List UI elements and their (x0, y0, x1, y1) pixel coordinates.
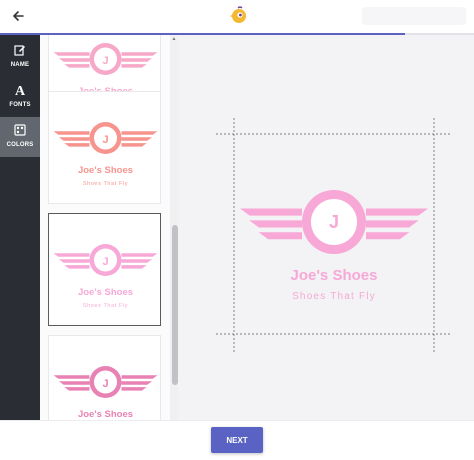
wing-stripe-left (58, 259, 90, 263)
wing-stripe-left (64, 64, 90, 68)
wing-stripe-left (64, 387, 90, 391)
logo-initial: J (329, 212, 339, 232)
top-bar (0, 0, 474, 35)
wing-stripe-right (121, 52, 158, 56)
edit-icon (0, 43, 40, 61)
tool-rail: NAME A FONTS COLORS (0, 35, 40, 420)
wing-stripe-right (121, 381, 153, 385)
wing-stripe-left (58, 137, 90, 141)
logo-title: Joe's Shoes (78, 165, 133, 176)
logo-tagline: Shoes That Fly (292, 291, 376, 302)
wing-stripe-left (53, 375, 90, 379)
wing-stripe-left (53, 52, 90, 56)
logo-initial: J (102, 256, 108, 268)
app-logo-icon (230, 6, 246, 23)
wing-stripe-left (53, 253, 90, 257)
logo-variant-card[interactable]: J Joe's Shoes Shoes That Fly (48, 91, 161, 204)
wing-stripe-left (240, 208, 302, 216)
wing-stripe-left (64, 265, 90, 269)
logo-thumbnail: JJoe's ShoesShoes That Fly (53, 366, 158, 420)
rail-item-label: COLORS (6, 142, 34, 148)
rail-item-name[interactable]: NAME (0, 37, 40, 77)
wing-stripe-left (249, 220, 302, 228)
wing-stripe-right (366, 220, 419, 228)
logo-preview: J Joe's Shoes Shoes That Fly (216, 118, 452, 354)
app-logo (226, 5, 248, 27)
wing-stripe-right (366, 232, 410, 240)
font-icon: A (14, 84, 26, 99)
wing-stripe-right (121, 387, 147, 391)
wing-stripe-right (121, 137, 153, 141)
logo-initial: J (102, 378, 108, 390)
palette-icon (0, 123, 40, 141)
back-button[interactable] (10, 8, 26, 24)
wing-stripe-left (64, 143, 90, 147)
next-button[interactable]: NEXT (211, 427, 263, 453)
rail-item-colors[interactable]: COLORS (0, 117, 40, 157)
rail-item-label: NAME (10, 62, 30, 68)
logo-variant-card[interactable]: JJoe's ShoesShoes That Fly (48, 335, 161, 420)
wing-stripe-right (121, 375, 158, 379)
logo-title: Joe's Shoes (78, 287, 133, 298)
wing-stripe-right (121, 259, 153, 263)
wing-stripe-right (366, 208, 428, 216)
logo-variant-gallery: J Joe's Shoes Shoes That Fly J Joe's Shoes S… (40, 35, 170, 420)
logo-variant-card-selected[interactable]: J Joe's Shoes Shoes That Fly (48, 213, 161, 326)
logo-title: Joe's Shoes (78, 409, 133, 420)
wing-stripe-right (121, 265, 147, 269)
wing-stripe-left (53, 131, 90, 135)
logo-thumbnail: J Joe's Shoes Shoes That Fly (53, 244, 158, 309)
logo-thumbnail: J Joe's Shoes Shoes That Fly (53, 122, 158, 187)
wing-stripe-right (121, 58, 153, 62)
wing-stripe-left (58, 58, 90, 62)
wing-stripe-left (258, 232, 302, 240)
rail-item-label: FONTS (9, 102, 31, 108)
wing-stripe-right (121, 131, 158, 135)
rail-item-fonts[interactable]: A FONTS (0, 77, 40, 117)
wing-stripe-right (121, 64, 147, 68)
logo-initial: J (102, 55, 108, 67)
top-right-field[interactable] (362, 7, 466, 25)
arrow-left-icon (13, 11, 24, 21)
logo-tagline: Shoes That Fly (83, 303, 128, 309)
logo-title: Joe's Shoes (291, 267, 378, 284)
wing-stripe-right (121, 253, 158, 257)
logo-initial: J (102, 134, 108, 146)
wing-stripe-right (121, 143, 147, 147)
wing-stripe-left (58, 381, 90, 385)
logo-tagline: Shoes That Fly (83, 181, 128, 187)
scroll-up-arrow-icon[interactable]: ▲ (170, 35, 178, 43)
